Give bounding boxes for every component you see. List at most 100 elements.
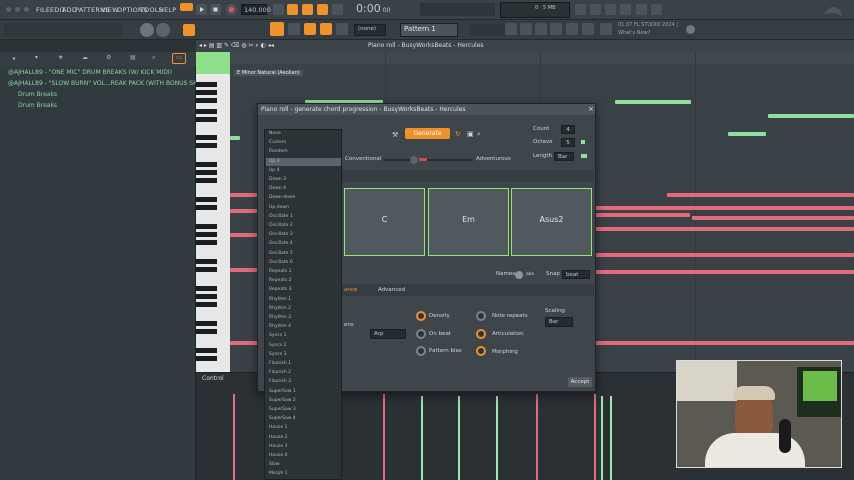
- browser-search-icon[interactable]: ⌕: [152, 54, 155, 62]
- close-x-icon[interactable]: [590, 4, 601, 15]
- snap-select[interactable]: beat: [562, 270, 590, 279]
- record-button[interactable]: [226, 4, 237, 15]
- dropdown-option[interactable]: Syncs 3: [269, 352, 286, 357]
- close-icon[interactable]: ×: [588, 105, 594, 113]
- dropdown-option[interactable]: Rhythm 2: [269, 306, 291, 311]
- delete-tool-icon[interactable]: [336, 23, 348, 35]
- note[interactable]: [595, 206, 854, 210]
- pattern-song-toggle[interactable]: [180, 3, 193, 11]
- note[interactable]: [230, 268, 260, 272]
- dropdown-option[interactable]: House 2: [269, 435, 287, 440]
- browser-item[interactable]: @AJHALL89 - "SLOW BURN" VOL...REAK PACK …: [8, 80, 212, 87]
- names-value[interactable]: abs: [526, 272, 534, 277]
- tab-balance[interactable]: ance: [344, 287, 357, 293]
- snapshot-icon[interactable]: [575, 4, 586, 15]
- dropdown-option[interactable]: House 4: [269, 453, 287, 458]
- note[interactable]: [230, 233, 260, 237]
- dropdown-option[interactable]: None: [269, 131, 281, 136]
- generate-button[interactable]: Generate: [405, 128, 450, 139]
- dropdown-option[interactable]: Repeats 1: [269, 269, 291, 274]
- velocity-bar[interactable]: [496, 396, 498, 480]
- chord-slot[interactable]: Em: [428, 188, 509, 256]
- note[interactable]: [230, 193, 260, 197]
- main-volume-knob[interactable]: [140, 23, 154, 37]
- dropdown-option[interactable]: Repeats 3: [269, 287, 291, 292]
- dropdown-option[interactable]: Slow: [269, 462, 280, 467]
- magnify-icon[interactable]: ⌕: [477, 130, 481, 139]
- close-window-icon[interactable]: [6, 7, 11, 12]
- gamepad-icon[interactable]: [636, 4, 647, 15]
- note[interactable]: [230, 209, 260, 213]
- tools-icon[interactable]: [600, 23, 612, 35]
- names-toggle[interactable]: [515, 271, 523, 279]
- loop-record-icon[interactable]: [332, 4, 343, 15]
- dropdown-option[interactable]: Oscillate 6: [269, 260, 293, 265]
- dropdown-option[interactable]: Custom: [269, 140, 286, 145]
- browser-item[interactable]: Drum Breaks: [18, 91, 57, 98]
- dropdown-option[interactable]: Flourish 1: [269, 361, 291, 366]
- creativity-slider[interactable]: [383, 159, 473, 161]
- browser-item[interactable]: @AJHALL89 - "ONE MIC" DRUM BREAKS (W/ KI…: [8, 69, 172, 76]
- countdown-icon[interactable]: [287, 4, 298, 15]
- dropdown-option[interactable]: House 3: [269, 444, 287, 449]
- settings-icon[interactable]: [651, 4, 662, 15]
- density-knob[interactable]: [416, 311, 426, 321]
- control-label[interactable]: Control: [202, 375, 224, 382]
- dropdown-option[interactable]: Flourish 3: [269, 379, 291, 384]
- minimize-window-icon[interactable]: [15, 7, 20, 12]
- note[interactable]: [692, 216, 854, 220]
- dropdown-option[interactable]: Syncs 2: [269, 343, 286, 348]
- browser-tag-icon[interactable]: ▤: [130, 54, 136, 61]
- browser-folder-icon[interactable]: ▭: [172, 53, 186, 64]
- dropdown-option[interactable]: Rhythm 3: [269, 315, 291, 320]
- velocity-bar[interactable]: [233, 394, 235, 480]
- browser-plugin-icon[interactable]: ⚙: [106, 54, 111, 61]
- note-repeats-knob[interactable]: [476, 311, 486, 321]
- dropdown-option[interactable]: Up 4: [269, 168, 279, 173]
- playlist-icon[interactable]: [535, 23, 547, 35]
- velocity-bar[interactable]: [601, 396, 603, 480]
- dropdown-option[interactable]: SuperSaw 1: [269, 389, 296, 394]
- note[interactable]: [595, 213, 690, 217]
- creativity-slider-handle[interactable]: [410, 156, 418, 164]
- wrench-icon[interactable]: ⚒: [392, 131, 398, 139]
- dropdown-option[interactable]: Oscillate 3: [269, 232, 293, 237]
- on-beat-knob[interactable]: [416, 329, 426, 339]
- stop-button[interactable]: [210, 4, 221, 15]
- note[interactable]: [595, 270, 854, 274]
- note[interactable]: [667, 193, 854, 197]
- arp-select[interactable]: Arp: [370, 329, 406, 339]
- dropdown-option[interactable]: Rhythm 4: [269, 324, 291, 329]
- brush-icon[interactable]: [304, 23, 316, 35]
- dropdown-option[interactable]: Morph 1: [269, 471, 288, 476]
- dropdown-option[interactable]: Oscillate 1: [269, 214, 293, 219]
- chord-slot[interactable]: C: [344, 188, 425, 256]
- browser-back-icon[interactable]: ◂: [12, 55, 15, 62]
- typing-keyboard-icon[interactable]: [183, 24, 195, 36]
- accept-button[interactable]: Accept: [568, 377, 592, 387]
- channel-rack-icon[interactable]: [520, 23, 532, 35]
- mode-select[interactable]: (none): [354, 24, 386, 36]
- snap-icon[interactable]: [270, 22, 284, 36]
- maximize-window-icon[interactable]: [24, 7, 29, 12]
- note[interactable]: [595, 227, 854, 231]
- copy-icon[interactable]: ▣: [467, 130, 474, 138]
- dropdown-option[interactable]: Oscillate 2: [269, 223, 293, 228]
- scaling-select[interactable]: Bar: [545, 317, 573, 327]
- browser-sort-icon[interactable]: ▾: [35, 54, 38, 61]
- browser-star-icon[interactable]: ★: [58, 54, 63, 61]
- dropdown-option[interactable]: House 1: [269, 425, 287, 430]
- online-news-icon[interactable]: [686, 25, 695, 34]
- metronome-icon[interactable]: [273, 4, 284, 15]
- dropdown-option[interactable]: Rhythm 1: [269, 297, 291, 302]
- dropdown-option[interactable]: SuperSaw 3: [269, 407, 296, 412]
- dropdown-option[interactable]: Oscillate 4: [269, 241, 293, 246]
- note[interactable]: [230, 341, 260, 345]
- velocity-bar[interactable]: [536, 394, 538, 480]
- dropdown-option[interactable]: Down 3: [269, 177, 286, 182]
- browser-cloud-icon[interactable]: ☁: [82, 54, 88, 61]
- menu-help[interactable]: HELP: [159, 6, 176, 14]
- dropdown-option[interactable]: SuperSaw 2: [269, 398, 296, 403]
- mixer-icon[interactable]: [505, 23, 517, 35]
- chord-slot[interactable]: Asus2: [511, 188, 592, 256]
